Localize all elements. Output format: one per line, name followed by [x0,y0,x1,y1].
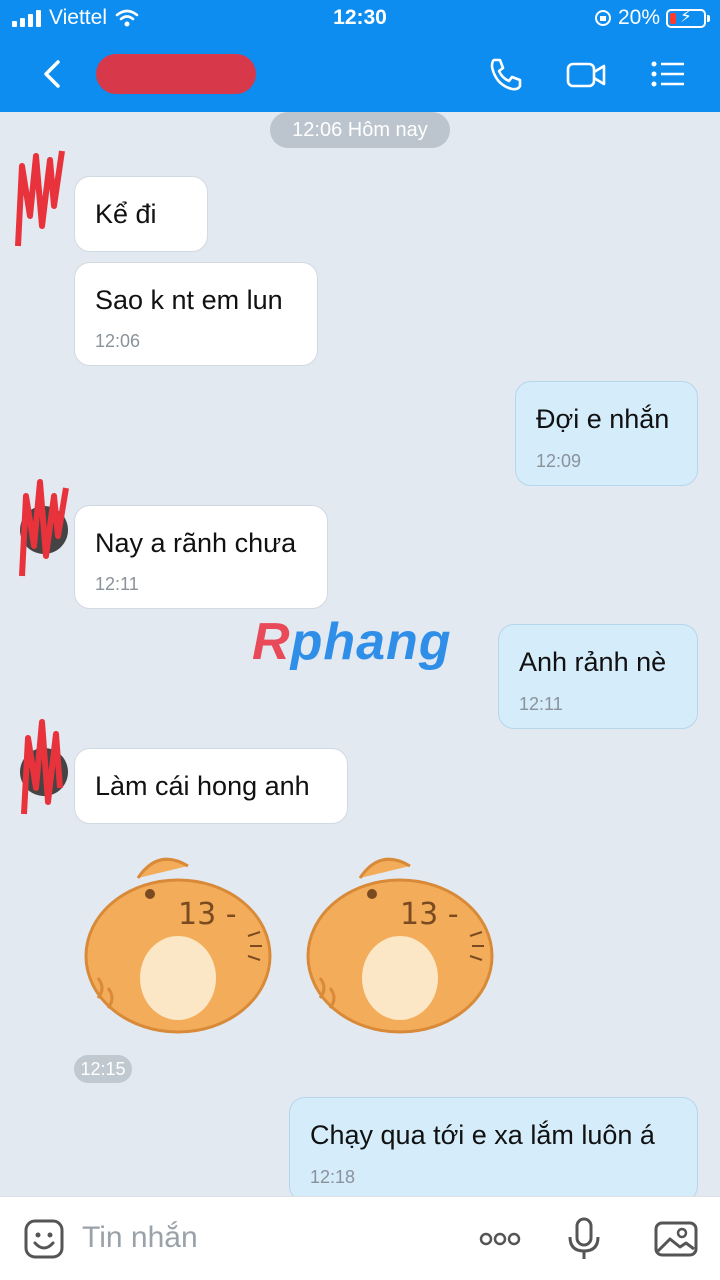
message-time: 12:09 [536,451,582,471]
cat-sticker[interactable]: 13 - [300,848,500,1038]
message-text: Kể đi [95,199,157,229]
message-input[interactable]: Tin nhắn [82,1221,198,1255]
message-text: Sao k nt em lun [95,285,283,315]
message-text: Nay a rãnh chưa [95,528,297,558]
date-separator: 12:06 Hôm nay [270,112,450,148]
contact-name-redacted[interactable] [96,54,256,94]
nav-bar [0,42,720,104]
message-bubble-received[interactable]: Làm cái hong anh [74,748,348,824]
message-bubble-sent[interactable]: Anh rảnh nè 12:11 [498,624,698,729]
battery-icon: ⚡ [666,7,710,28]
mic-icon[interactable] [560,1215,608,1263]
avatar[interactable] [20,719,68,815]
avatar[interactable] [15,150,66,247]
more-icon[interactable] [476,1215,524,1263]
avatar-redaction [19,479,69,577]
message-bubble-sent[interactable]: Chạy qua tới e xa lắm luôn á 12:18 [289,1097,698,1202]
menu-icon[interactable] [646,52,690,96]
battery-percent: 20% [617,6,660,29]
watermark-part2: phang [290,613,452,671]
watermark-part1: R [252,613,291,671]
message-bubble-received[interactable]: Kể đi [74,176,208,252]
avatar[interactable] [19,479,69,577]
message-text: Làm cái hong anh [95,771,310,801]
avatar-redaction [21,719,63,815]
orientation-lock-icon [594,10,611,26]
message-time: 12:11 [95,574,139,594]
message-text: Chạy qua tới e xa lắm luôn á [310,1120,655,1150]
image-icon[interactable] [652,1215,700,1263]
message-bubble-sent[interactable]: Đợi e nhắn 12:09 [515,381,698,486]
status-bar: Viettel 12:30 20% ⚡ [0,0,720,36]
svg-text:13 -: 13 - [400,897,459,932]
message-bubble-received[interactable]: Sao k nt em lun 12:06 [74,262,318,366]
phone-icon[interactable] [484,52,528,96]
back-icon[interactable] [36,54,70,94]
message-time: 12:11 [519,694,563,714]
message-bubble-received[interactable]: Nay a rãnh chưa 12:11 [74,505,328,609]
avatar-redaction [15,150,65,247]
message-text: Đợi e nhắn [536,404,670,434]
emoji-icon[interactable] [20,1215,68,1263]
sticker-time: 12:15 [74,1055,132,1083]
video-icon[interactable] [564,52,608,96]
message-input-bar: Tin nhắn [0,1196,720,1280]
chat-header: Viettel 12:30 20% ⚡ [0,0,720,112]
message-text: Anh rảnh nè [519,647,667,677]
message-time: 12:06 [95,331,141,351]
cat-sticker[interactable]: 13 - [78,848,278,1038]
watermark: Rphang [252,612,452,672]
message-time: 12:18 [310,1167,356,1187]
svg-text:13 -: 13 - [178,897,237,932]
